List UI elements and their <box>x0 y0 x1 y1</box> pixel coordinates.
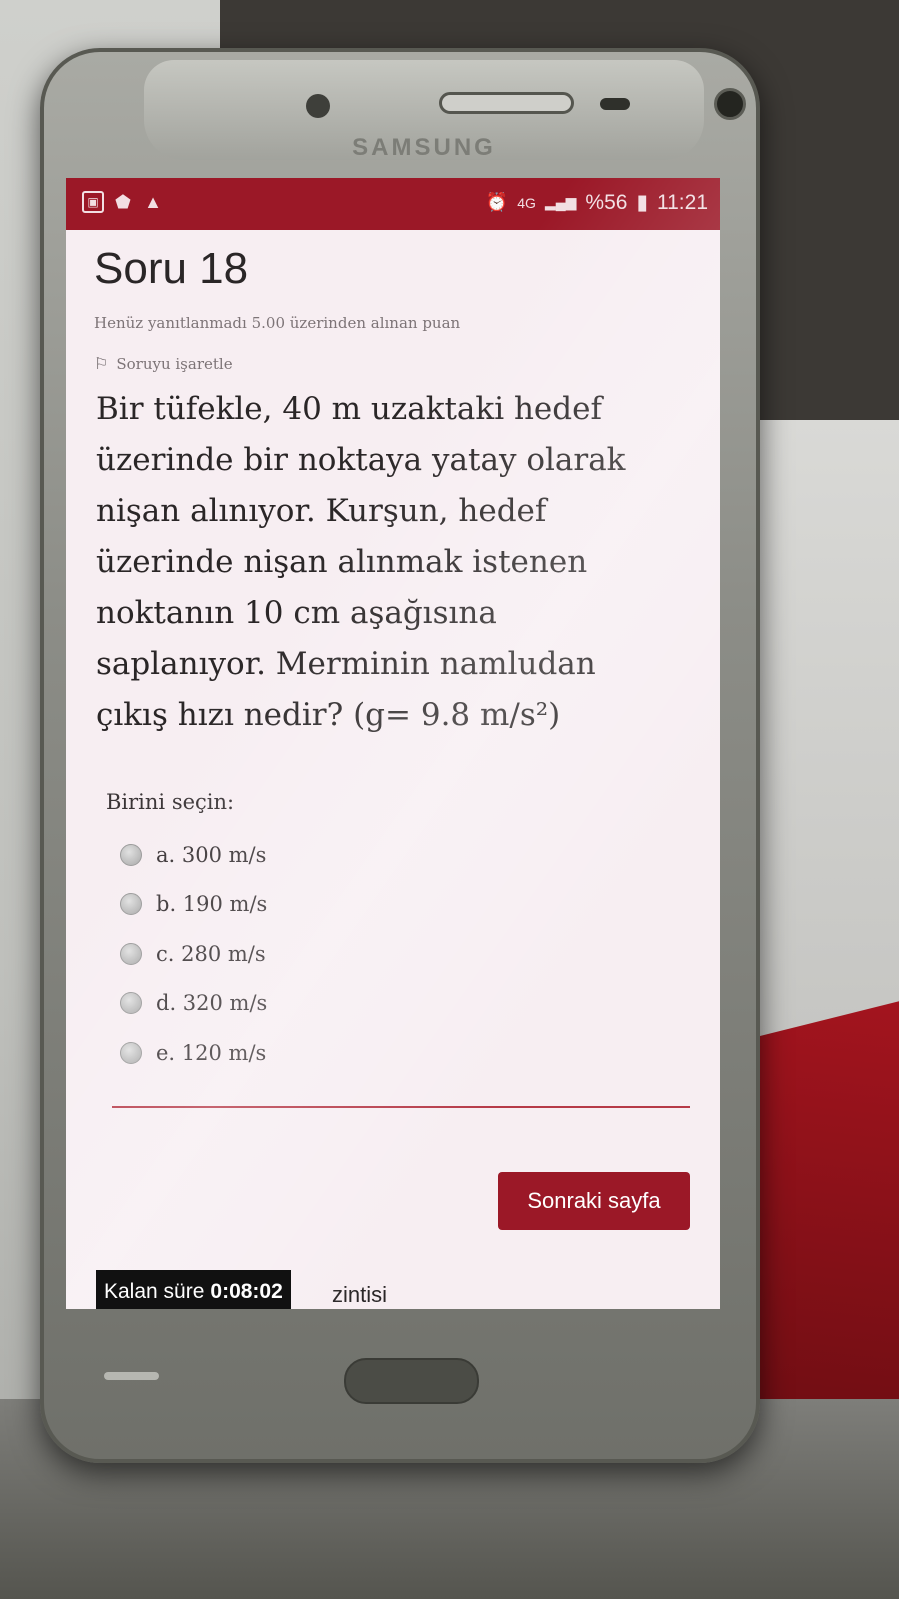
earpiece-speaker <box>439 92 574 114</box>
radio-button[interactable] <box>120 843 142 866</box>
signal-icon: ▂▄▆ <box>544 194 577 210</box>
flag-icon: ⚐ <box>94 354 109 373</box>
battery-icon: ▮ <box>636 191 648 214</box>
answer-option-a[interactable]: a. 300 m/s <box>120 830 267 880</box>
choose-one-label: Birini seçin: <box>106 790 235 814</box>
timer-label: Kalan süre <box>104 1280 205 1303</box>
option-label: c. 280 m/s <box>156 941 266 966</box>
question-text: Bir tüfekle, 40 m uzaktaki hedef üzerind… <box>96 391 626 733</box>
notification-icons: ▣ ⬟ ▲ <box>82 191 164 213</box>
background-red-object <box>749 1001 899 1459</box>
radio-button[interactable] <box>120 942 142 965</box>
question-status: Henüz yanıtlanmadı <box>94 314 247 332</box>
clock: 11:21 <box>657 190 708 214</box>
question-title: Soru 18 <box>94 244 249 293</box>
light-sensor <box>600 98 630 110</box>
next-page-button[interactable]: Sonraki sayfa <box>498 1172 690 1230</box>
question-info: Henüz yanıtlanmadı 5.00 üzerinden alınan… <box>94 314 460 332</box>
home-button[interactable] <box>344 1358 479 1404</box>
option-label: b. 190 m/s <box>156 892 268 917</box>
flag-question-label: Soruyu işaretle <box>116 354 233 373</box>
remaining-time-timer: Kalan süre 0:08:02 <box>96 1270 291 1309</box>
shield-icon: ⬟ <box>115 192 131 212</box>
option-label: d. 320 m/s <box>156 991 268 1016</box>
recent-apps-key[interactable] <box>104 1372 159 1380</box>
divider <box>112 1106 690 1108</box>
answer-option-b[interactable]: b. 190 m/s <box>120 880 267 930</box>
timer-value: 0:08:02 <box>210 1280 283 1303</box>
radio-button[interactable] <box>120 893 142 916</box>
warning-icon: ▲ <box>144 192 162 212</box>
answer-option-c[interactable]: c. 280 m/s <box>120 929 267 979</box>
network-type: 4G <box>517 194 536 211</box>
flag-question-link[interactable]: ⚐ Soruyu işaretle <box>94 354 233 373</box>
option-label: e. 120 m/s <box>156 1040 267 1065</box>
answer-option-e[interactable]: e. 120 m/s <box>120 1028 267 1078</box>
brand-logo: SAMSUNG <box>352 134 496 161</box>
option-label: a. 300 m/s <box>156 842 267 867</box>
front-camera <box>714 88 746 120</box>
answer-options: a. 300 m/s b. 190 m/s c. 280 m/s d. 320 … <box>120 830 267 1078</box>
phone-screen: ▣ ⬟ ▲ ⏰ 4G ▂▄▆ %56 ▮ 11:21 Soru 18 Henüz… <box>66 178 720 1309</box>
image-icon: ▣ <box>82 191 104 213</box>
quiz-navigation-link[interactable]: zintisi <box>332 1282 387 1308</box>
status-bar: ▣ ⬟ ▲ ⏰ 4G ▂▄▆ %56 ▮ 11:21 <box>66 178 720 230</box>
battery-percent: %56 <box>585 190 628 214</box>
radio-button[interactable] <box>120 1041 142 1064</box>
question-grade: 5.00 üzerinden alınan puan <box>251 314 461 332</box>
alarm-icon: ⏰ <box>485 192 509 212</box>
proximity-sensor <box>306 94 330 118</box>
system-status: ⏰ 4G ▂▄▆ %56 ▮ 11:21 <box>486 190 708 215</box>
answer-option-d[interactable]: d. 320 m/s <box>120 979 267 1029</box>
screen-glare <box>66 178 720 1309</box>
radio-button[interactable] <box>120 992 142 1015</box>
